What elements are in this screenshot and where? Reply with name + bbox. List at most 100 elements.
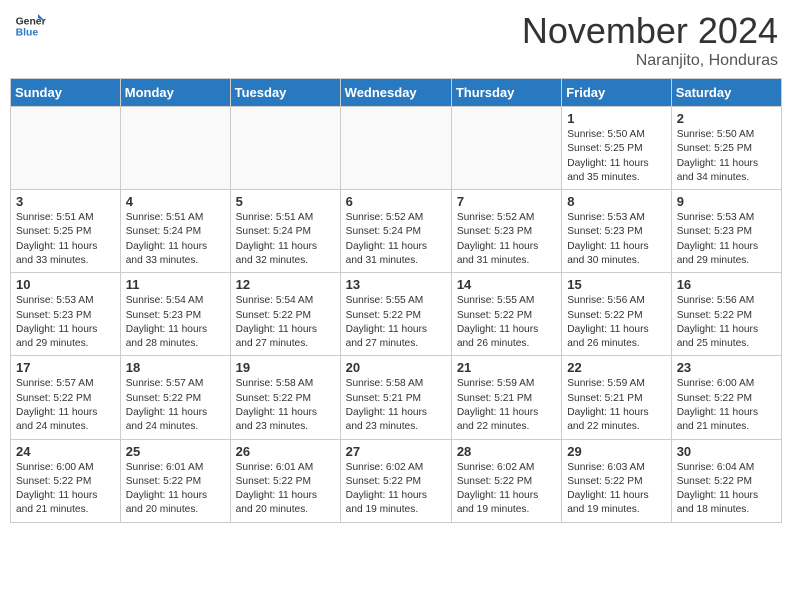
calendar-header-row: SundayMondayTuesdayWednesdayThursdayFrid… bbox=[11, 79, 782, 107]
calendar-cell: 24 Sunrise: 6:00 AMSunset: 5:22 PMDayligh… bbox=[11, 439, 121, 522]
day-info: Sunrise: 6:04 AMSunset: 5:22 PMDaylight:… bbox=[677, 461, 776, 518]
day-number: 2 bbox=[677, 111, 776, 126]
calendar-week-row: 1 Sunrise: 5:50 AMSunset: 5:25 PMDaylight… bbox=[11, 107, 782, 190]
weekday-header: Sunday bbox=[11, 79, 121, 107]
calendar-cell: 15 Sunrise: 5:56 AMSunset: 5:22 PMDayligh… bbox=[562, 273, 671, 356]
day-number: 26 bbox=[236, 444, 335, 459]
day-info: Sunrise: 6:02 AMSunset: 5:22 PMDaylight:… bbox=[346, 461, 446, 518]
day-info: Sunrise: 6:01 AMSunset: 5:22 PMDaylight:… bbox=[126, 461, 225, 518]
calendar-cell: 18 Sunrise: 5:57 AMSunset: 5:22 PMDayligh… bbox=[120, 356, 230, 439]
calendar-cell: 12Sunrise: 5:54 AMSunset: 5:22 PMDayligh… bbox=[230, 273, 340, 356]
day-number: 17 bbox=[16, 360, 115, 375]
calendar-cell: 21 Sunrise: 5:59 AMSunset: 5:21 PMDayligh… bbox=[451, 356, 561, 439]
day-number: 10 bbox=[16, 277, 115, 292]
calendar-cell: 25Sunrise: 6:01 AMSunset: 5:22 PMDayligh… bbox=[120, 439, 230, 522]
calendar-cell: 13Sunrise: 5:55 AMSunset: 5:22 PMDayligh… bbox=[340, 273, 451, 356]
calendar-cell: 6Sunrise: 5:52 AMSunset: 5:24 PMDaylight… bbox=[340, 190, 451, 273]
day-number: 18 bbox=[126, 360, 225, 375]
day-info: Sunrise: 6:00 AMSunset: 5:22 PMDaylight:… bbox=[16, 461, 115, 518]
calendar-cell: 1 Sunrise: 5:50 AMSunset: 5:25 PMDaylight… bbox=[562, 107, 671, 190]
day-info: Sunrise: 6:00 AMSunset: 5:22 PMDaylight:… bbox=[677, 377, 776, 434]
calendar-cell: 30 Sunrise: 6:04 AMSunset: 5:22 PMDayligh… bbox=[671, 439, 781, 522]
day-number: 28 bbox=[457, 444, 556, 459]
logo-icon: General Blue bbox=[14, 10, 46, 42]
day-info: Sunrise: 5:50 AMSunset: 5:25 PMDaylight:… bbox=[677, 128, 776, 185]
day-number: 24 bbox=[16, 444, 115, 459]
day-info: Sunrise: 5:55 AMSunset: 5:22 PMDaylight:… bbox=[457, 294, 556, 351]
calendar-cell: 16Sunrise: 5:56 AMSunset: 5:22 PMDayligh… bbox=[671, 273, 781, 356]
weekday-header: Friday bbox=[562, 79, 671, 107]
day-number: 14 bbox=[457, 277, 556, 292]
day-number: 19 bbox=[236, 360, 335, 375]
day-info: Sunrise: 5:52 AMSunset: 5:24 PMDaylight:… bbox=[346, 211, 446, 268]
day-info: Sunrise: 5:59 AMSunset: 5:21 PMDaylight:… bbox=[457, 377, 556, 434]
day-number: 21 bbox=[457, 360, 556, 375]
day-info: Sunrise: 5:53 AMSunset: 5:23 PMDaylight:… bbox=[567, 211, 665, 268]
calendar-table: SundayMondayTuesdayWednesdayThursdayFrid… bbox=[10, 78, 782, 523]
calendar-cell: 27 Sunrise: 6:02 AMSunset: 5:22 PMDayligh… bbox=[340, 439, 451, 522]
calendar-cell bbox=[451, 107, 561, 190]
day-number: 29 bbox=[567, 444, 665, 459]
page-header: General Blue November 2024 Naranjito, Ho… bbox=[10, 10, 782, 70]
day-number: 11 bbox=[126, 277, 225, 292]
calendar-cell: 14 Sunrise: 5:55 AMSunset: 5:22 PMDayligh… bbox=[451, 273, 561, 356]
weekday-header: Monday bbox=[120, 79, 230, 107]
day-info: Sunrise: 5:51 AMSunset: 5:25 PMDaylight:… bbox=[16, 211, 115, 268]
day-number: 9 bbox=[677, 194, 776, 209]
day-number: 7 bbox=[457, 194, 556, 209]
calendar-week-row: 3 Sunrise: 5:51 AMSunset: 5:25 PMDaylight… bbox=[11, 190, 782, 273]
location-title: Naranjito, Honduras bbox=[522, 52, 778, 70]
calendar-cell: 3 Sunrise: 5:51 AMSunset: 5:25 PMDaylight… bbox=[11, 190, 121, 273]
calendar-cell: 8Sunrise: 5:53 AMSunset: 5:23 PMDaylight… bbox=[562, 190, 671, 273]
calendar-cell: 22 Sunrise: 5:59 AMSunset: 5:21 PMDayligh… bbox=[562, 356, 671, 439]
day-info: Sunrise: 5:57 AMSunset: 5:22 PMDaylight:… bbox=[126, 377, 225, 434]
calendar-cell: 17Sunrise: 5:57 AMSunset: 5:22 PMDayligh… bbox=[11, 356, 121, 439]
day-info: Sunrise: 5:58 AMSunset: 5:21 PMDaylight:… bbox=[346, 377, 446, 434]
weekday-header: Thursday bbox=[451, 79, 561, 107]
calendar-cell bbox=[340, 107, 451, 190]
calendar-week-row: 17 Sunrise: 5:57 AMSunset: 5:22 PMDayligh… bbox=[11, 356, 782, 439]
day-info: Sunrise: 5:53 AMSunset: 5:23 PMDaylight:… bbox=[16, 294, 115, 351]
weekday-header: Saturday bbox=[671, 79, 781, 107]
calendar-cell: 2 Sunrise: 5:50 AMSunset: 5:25 PMDaylight… bbox=[671, 107, 781, 190]
day-info: Sunrise: 6:01 AMSunset: 5:22 PMDaylight:… bbox=[236, 461, 335, 518]
calendar-week-row: 10 Sunrise: 5:53 AMSunset: 5:23 PMDayligh… bbox=[11, 273, 782, 356]
weekday-header: Tuesday bbox=[230, 79, 340, 107]
calendar-cell: 23 Sunrise: 6:00 AMSunset: 5:22 PMDayligh… bbox=[671, 356, 781, 439]
calendar-cell: 20 Sunrise: 5:58 AMSunset: 5:21 PMDayligh… bbox=[340, 356, 451, 439]
day-number: 1 bbox=[567, 111, 665, 126]
calendar-week-row: 24 Sunrise: 6:00 AMSunset: 5:22 PMDayligh… bbox=[11, 439, 782, 522]
title-block: November 2024 Naranjito, Honduras bbox=[522, 10, 778, 70]
day-info: Sunrise: 6:03 AMSunset: 5:22 PMDaylight:… bbox=[567, 461, 665, 518]
logo: General Blue bbox=[14, 10, 46, 42]
day-number: 23 bbox=[677, 360, 776, 375]
day-info: Sunrise: 5:59 AMSunset: 5:21 PMDaylight:… bbox=[567, 377, 665, 434]
calendar-cell: 5Sunrise: 5:51 AMSunset: 5:24 PMDaylight… bbox=[230, 190, 340, 273]
calendar-cell bbox=[120, 107, 230, 190]
calendar-cell: 29 Sunrise: 6:03 AMSunset: 5:22 PMDayligh… bbox=[562, 439, 671, 522]
calendar-cell bbox=[11, 107, 121, 190]
day-info: Sunrise: 5:51 AMSunset: 5:24 PMDaylight:… bbox=[236, 211, 335, 268]
day-info: Sunrise: 6:02 AMSunset: 5:22 PMDaylight:… bbox=[457, 461, 556, 518]
day-info: Sunrise: 5:50 AMSunset: 5:25 PMDaylight:… bbox=[567, 128, 665, 185]
month-title: November 2024 bbox=[522, 10, 778, 52]
day-number: 22 bbox=[567, 360, 665, 375]
day-info: Sunrise: 5:56 AMSunset: 5:22 PMDaylight:… bbox=[567, 294, 665, 351]
calendar-cell: 4Sunrise: 5:51 AMSunset: 5:24 PMDaylight… bbox=[120, 190, 230, 273]
day-number: 12 bbox=[236, 277, 335, 292]
day-number: 20 bbox=[346, 360, 446, 375]
day-number: 27 bbox=[346, 444, 446, 459]
calendar-cell bbox=[230, 107, 340, 190]
day-number: 30 bbox=[677, 444, 776, 459]
calendar-cell: 28 Sunrise: 6:02 AMSunset: 5:22 PMDayligh… bbox=[451, 439, 561, 522]
day-number: 15 bbox=[567, 277, 665, 292]
day-number: 4 bbox=[126, 194, 225, 209]
day-info: Sunrise: 5:56 AMSunset: 5:22 PMDaylight:… bbox=[677, 294, 776, 351]
calendar-cell: 7 Sunrise: 5:52 AMSunset: 5:23 PMDaylight… bbox=[451, 190, 561, 273]
day-info: Sunrise: 5:55 AMSunset: 5:22 PMDaylight:… bbox=[346, 294, 446, 351]
day-info: Sunrise: 5:53 AMSunset: 5:23 PMDaylight:… bbox=[677, 211, 776, 268]
weekday-header: Wednesday bbox=[340, 79, 451, 107]
day-info: Sunrise: 5:52 AMSunset: 5:23 PMDaylight:… bbox=[457, 211, 556, 268]
day-info: Sunrise: 5:54 AMSunset: 5:23 PMDaylight:… bbox=[126, 294, 225, 351]
day-number: 3 bbox=[16, 194, 115, 209]
